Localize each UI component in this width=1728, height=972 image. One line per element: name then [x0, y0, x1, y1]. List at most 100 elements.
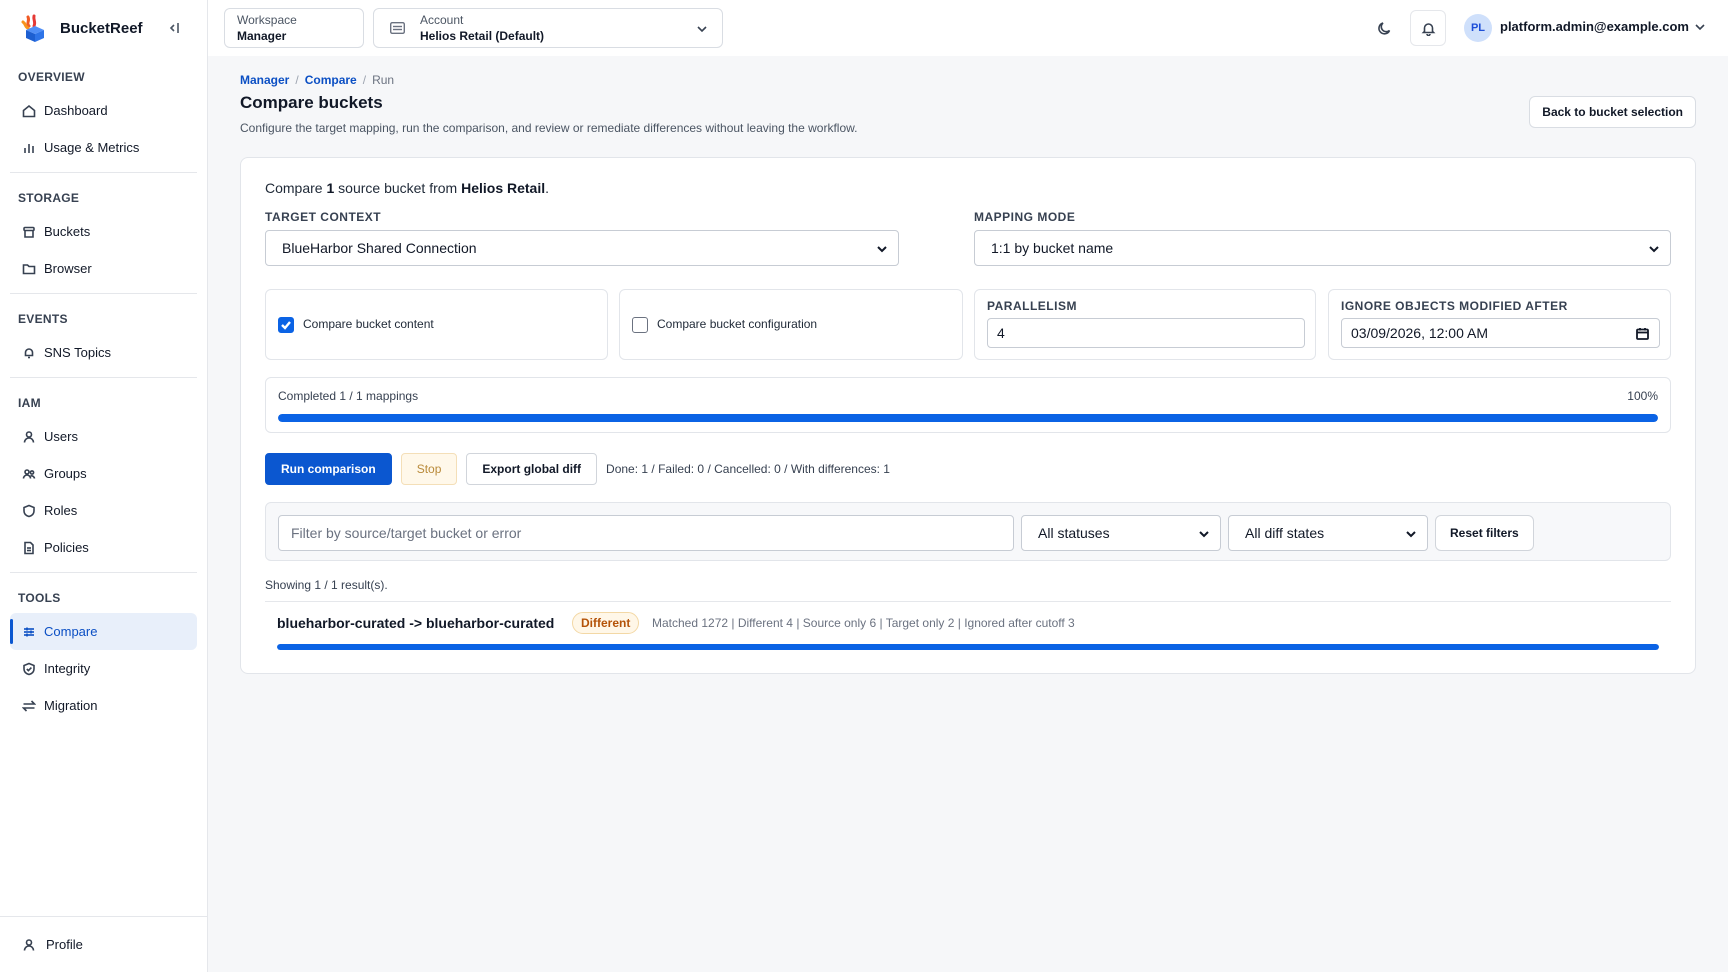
overall-progress: Completed 1 / 1 mappings 100%	[265, 377, 1671, 433]
shield-icon	[23, 504, 35, 517]
diff-filter-select[interactable]: All diff states	[1228, 515, 1428, 551]
chevron-down-icon[interactable]	[1694, 21, 1706, 33]
calendar-icon[interactable]	[1636, 327, 1649, 340]
search-input[interactable]: Filter by source/target bucket or error	[278, 515, 1014, 551]
migration-icon	[22, 699, 36, 712]
sidebar-item-label: Roles	[44, 503, 78, 518]
sidebar-item-label: Buckets	[44, 224, 91, 239]
back-to-bucket-selection-button[interactable]: Back to bucket selection	[1529, 96, 1696, 128]
compare-configuration-checkbox[interactable]	[632, 317, 648, 333]
sidebar: BucketReef OVERVIEW Dashboard Usage & Me…	[0, 0, 208, 972]
parallelism-label: PARALLELISM	[987, 299, 1077, 313]
reset-filters-button[interactable]: Reset filters	[1435, 515, 1534, 551]
target-context-select[interactable]: BlueHarbor Shared Connection	[265, 230, 899, 266]
avatar[interactable]: PL	[1464, 14, 1492, 42]
nav-section-title: OVERVIEW	[18, 70, 85, 84]
ignore-after-date-input[interactable]: 03/09/2026, 12:00 AM	[1341, 318, 1660, 348]
page-subtitle: Configure the target mapping, run the co…	[240, 121, 858, 135]
progress-fill	[278, 414, 1658, 422]
sidebar-item-label: Dashboard	[44, 103, 108, 118]
results-divider	[265, 601, 1671, 602]
result-row[interactable]: blueharbor-curated -> blueharbor-curated…	[277, 610, 1659, 655]
chevron-down-icon	[697, 26, 707, 33]
top-bar: Workspace Manager Account Helios Retail …	[208, 0, 1728, 56]
nav-section-title: EVENTS	[18, 312, 68, 326]
sidebar-item-profile[interactable]: Profile	[0, 916, 207, 972]
sidebar-item-label: Users	[44, 429, 78, 444]
theme-toggle-button[interactable]	[1368, 12, 1400, 44]
user-email[interactable]: platform.admin@example.com	[1500, 19, 1689, 34]
compare-content-option[interactable]: Compare bucket content	[265, 289, 608, 360]
run-summary: Done: 1 / Failed: 0 / Cancelled: 0 / Wit…	[606, 462, 890, 476]
sidebar-footer-label: Profile	[46, 937, 83, 952]
account-selector[interactable]: Account Helios Retail (Default)	[373, 8, 723, 48]
shield-check-icon	[23, 662, 35, 675]
ignore-after-value: 03/09/2026, 12:00 AM	[1351, 325, 1488, 341]
ignore-after-box: IGNORE OBJECTS MODIFIED AFTER 03/09/2026…	[1328, 289, 1671, 360]
sidebar-item-usage-metrics[interactable]: Usage & Metrics	[10, 129, 197, 166]
intro-account: Helios Retail	[461, 180, 546, 196]
chevron-down-icon	[1649, 246, 1659, 253]
nav-section-storage: STORAGE Buckets Browser	[0, 177, 207, 287]
parallelism-box: PARALLELISM 4	[974, 289, 1316, 360]
result-mapping-name: blueharbor-curated -> blueharbor-curated	[277, 615, 555, 631]
sidebar-item-buckets[interactable]: Buckets	[10, 213, 197, 250]
workspace-value: Manager	[237, 29, 287, 43]
ignore-after-label: IGNORE OBJECTS MODIFIED AFTER	[1341, 299, 1568, 313]
sidebar-item-label: Migration	[44, 698, 98, 713]
action-bar: Run comparison Stop Export global diff D…	[265, 453, 890, 485]
workspace-selector[interactable]: Workspace Manager	[224, 8, 364, 48]
bell-icon	[1421, 22, 1435, 36]
collapse-sidebar-icon[interactable]	[166, 19, 184, 37]
compare-content-checkbox[interactable]	[278, 317, 294, 333]
moon-icon	[1377, 21, 1390, 35]
app-name: BucketReef	[60, 19, 143, 37]
mapping-mode-value: 1:1 by bucket name	[991, 240, 1114, 256]
bucketreef-logo-icon	[21, 14, 44, 42]
filter-bar: Filter by source/target bucket or error …	[265, 502, 1671, 561]
account-value: Helios Retail (Default)	[420, 29, 545, 43]
sidebar-item-label: Browser	[44, 261, 92, 276]
mapping-mode-label: MAPPING MODE	[974, 210, 1076, 224]
chevron-down-icon	[1199, 531, 1209, 538]
home-icon	[22, 104, 36, 117]
user-icon	[23, 938, 35, 951]
page-title: Compare buckets	[240, 93, 383, 112]
sidebar-item-label: Policies	[44, 540, 89, 555]
user-icon	[23, 430, 35, 443]
breadcrumb-current: Run	[372, 73, 395, 87]
stop-button[interactable]: Stop	[400, 453, 458, 485]
sidebar-item-migration[interactable]: Migration	[10, 687, 197, 724]
sidebar-item-groups[interactable]: Groups	[10, 455, 197, 492]
status-filter-value: All statuses	[1038, 525, 1110, 541]
nav-section-title: STORAGE	[18, 191, 80, 205]
sidebar-item-label: SNS Topics	[44, 345, 111, 360]
breadcrumb-manager[interactable]: Manager	[240, 73, 289, 87]
notifications-button[interactable]	[1410, 10, 1446, 46]
export-global-diff-button[interactable]: Export global diff	[466, 453, 598, 485]
account-label: Account	[420, 13, 464, 27]
sidebar-item-sns-topics[interactable]: SNS Topics	[10, 334, 197, 371]
status-filter-select[interactable]: All statuses	[1021, 515, 1221, 551]
workspace-label: Workspace	[237, 13, 297, 27]
breadcrumb-separator: /	[295, 73, 299, 87]
sidebar-item-policies[interactable]: Policies	[10, 529, 197, 566]
sidebar-item-browser[interactable]: Browser	[10, 250, 197, 287]
sidebar-item-dashboard[interactable]: Dashboard	[10, 92, 197, 129]
breadcrumb-compare[interactable]: Compare	[305, 73, 357, 87]
nav-section-overview: OVERVIEW Dashboard Usage & Metrics	[0, 56, 207, 166]
sidebar-item-roles[interactable]: Roles	[10, 492, 197, 529]
parallelism-input[interactable]: 4	[987, 318, 1305, 348]
sidebar-item-compare[interactable]: Compare	[10, 613, 197, 650]
sidebar-item-integrity[interactable]: Integrity	[10, 650, 197, 687]
file-icon	[24, 541, 34, 554]
nav-section-tools: TOOLS Compare Integrity Migration	[0, 577, 207, 724]
sidebar-item-users[interactable]: Users	[10, 418, 197, 455]
compare-configuration-option[interactable]: Compare bucket configuration	[619, 289, 963, 360]
mapping-mode-select[interactable]: 1:1 by bucket name	[974, 230, 1671, 266]
run-comparison-button[interactable]: Run comparison	[265, 453, 392, 485]
nav-section-iam: IAM Users Groups Roles Policies	[0, 382, 207, 566]
nav-divider	[10, 572, 197, 573]
sidebar-item-label: Integrity	[44, 661, 91, 676]
result-stats: Matched 1272 | Different 4 | Source only…	[652, 616, 1075, 630]
